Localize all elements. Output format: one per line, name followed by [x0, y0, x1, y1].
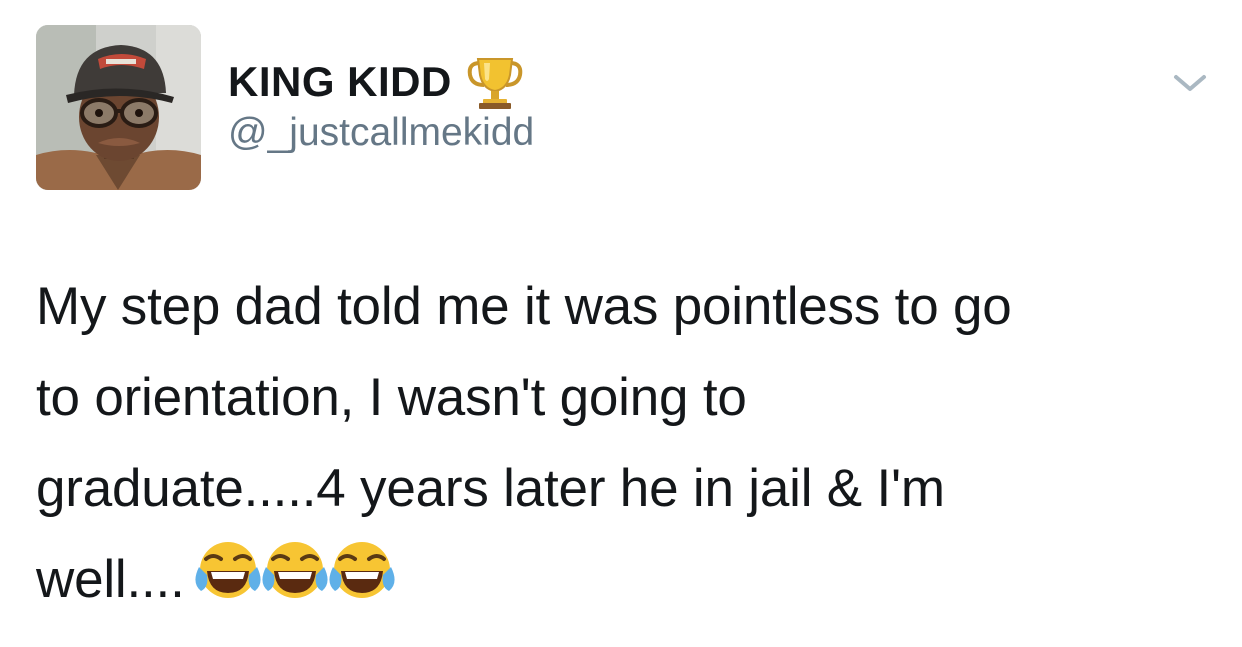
tweet-card: KING KIDD @_justcallmekidd My step dad t… — [0, 0, 1242, 647]
tweet-text-line: My step dad told me it was pointless to … — [36, 277, 1012, 336]
tweet-text: My step dad told me it was pointless to … — [36, 261, 1216, 625]
tweet-text-line: well.... — [36, 550, 185, 609]
display-name-row: KING KIDD — [228, 54, 524, 110]
user-handle[interactable]: @_justcallmekidd — [228, 110, 534, 157]
tweet-text-line-last: well.... — [36, 534, 1216, 625]
emoji-group — [193, 537, 397, 635]
tears-of-joy-emoji-icon — [327, 537, 397, 607]
display-name[interactable]: KING KIDD — [228, 61, 452, 103]
tweet-text-line: graduate.....4 years later he in jail & … — [36, 459, 945, 518]
tweet-text-line: to orientation, I wasn't going to — [36, 368, 747, 427]
tears-of-joy-emoji-icon — [193, 537, 263, 607]
user-avatar[interactable] — [36, 25, 201, 190]
tears-of-joy-emoji-icon — [260, 537, 330, 607]
chevron-down-icon[interactable] — [1170, 68, 1210, 96]
trophy-icon — [466, 53, 524, 111]
avatar-photo — [36, 25, 201, 190]
